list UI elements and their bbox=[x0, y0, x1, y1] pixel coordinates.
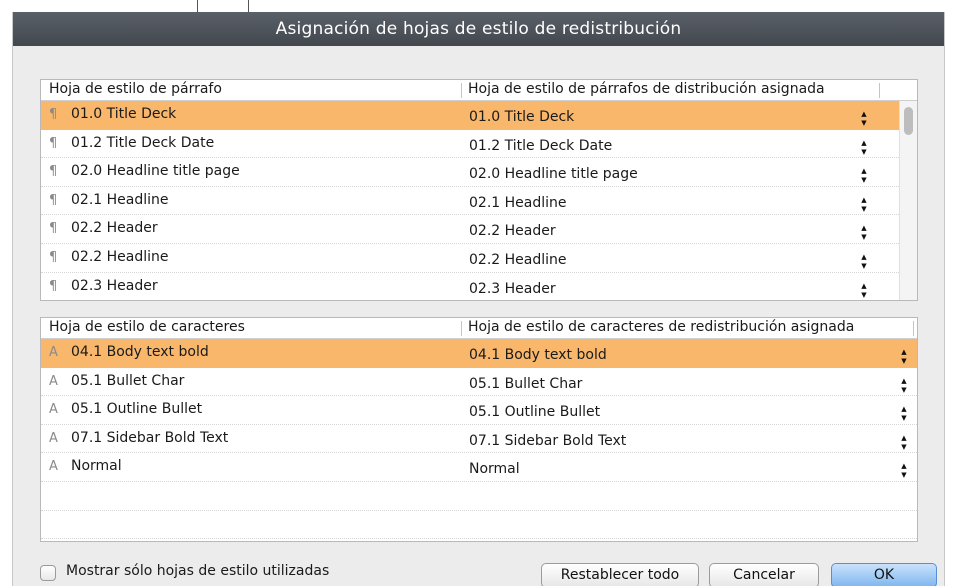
character-styles-table: Hoja de estilo de caracteres Hoja de est… bbox=[40, 317, 918, 542]
cancel-button[interactable]: Cancelar bbox=[709, 563, 819, 586]
style-name: 02.0 Headline title page bbox=[71, 163, 240, 180]
column-divider bbox=[461, 83, 462, 98]
assigned-style-select[interactable]: 02.0 Headline title page bbox=[469, 166, 638, 182]
style-name: 01.0 Title Deck bbox=[71, 106, 177, 122]
style-name: Normal bbox=[71, 458, 122, 475]
popup-arrows-icon[interactable]: ▲ ▼ bbox=[859, 167, 869, 185]
assigned-style-select[interactable]: 02.1 Headline bbox=[469, 195, 567, 211]
paragraph-mark-icon: ¶ bbox=[49, 249, 58, 265]
popup-arrows-icon[interactable]: ▲ ▼ bbox=[859, 139, 869, 157]
table-row[interactable]: A 07.1 Sidebar Bold Text 07.1 Sidebar Bold… bbox=[41, 425, 917, 454]
style-name: 02.1 Headline bbox=[71, 191, 169, 208]
popup-arrows-icon[interactable]: ▲ ▼ bbox=[899, 377, 909, 395]
assigned-style-select[interactable]: 02.3 Header bbox=[469, 281, 556, 297]
paragraph-styles-table: Hoja de estilo de párrafo Hoja de estilo… bbox=[40, 79, 918, 301]
character-style-icon: A bbox=[49, 345, 58, 360]
table-row[interactable]: ¶ 02.0 Headline title page 02.0 Headline t… bbox=[41, 158, 899, 187]
window-top-strip bbox=[0, 0, 955, 12]
popup-arrows-icon[interactable]: ▲ ▼ bbox=[899, 462, 909, 480]
assigned-style-select[interactable]: 04.1 Body text bold bbox=[469, 347, 607, 363]
show-used-only-checkbox[interactable] bbox=[40, 565, 56, 581]
assigned-style-select[interactable]: 01.2 Title Deck Date bbox=[469, 138, 612, 154]
table-row[interactable]: A Normal Normal ▲ ▼ bbox=[41, 453, 917, 482]
column-divider bbox=[913, 321, 914, 336]
table-row[interactable]: ¶ 01.0 Title Deck 01.0 Title Deck ▲ ▼ bbox=[41, 101, 899, 130]
table-header: Hoja de estilo de párrafo Hoja de estilo… bbox=[41, 80, 917, 101]
assigned-style-select[interactable]: 02.2 Headline bbox=[469, 252, 567, 268]
assigned-style-select[interactable]: 07.1 Sidebar Bold Text bbox=[469, 433, 626, 449]
table-header: Hoja de estilo de caracteres Hoja de est… bbox=[41, 318, 917, 339]
show-used-only-label[interactable]: Mostrar sólo hojas de estilo utilizadas bbox=[66, 563, 329, 579]
style-name: 05.1 Outline Bullet bbox=[71, 401, 203, 418]
character-rows: A 04.1 Body text bold 04.1 Body text bold ▲… bbox=[41, 339, 917, 541]
style-name: 05.1 Bullet Char bbox=[71, 372, 185, 389]
table-row[interactable]: A 05.1 Outline Bullet 05.1 Outline Bullet ▲… bbox=[41, 396, 917, 425]
assigned-style-select[interactable]: 05.1 Bullet Char bbox=[469, 376, 582, 392]
assigned-style-select[interactable]: Normal bbox=[469, 461, 520, 477]
popup-arrows-icon[interactable]: ▲ ▼ bbox=[859, 196, 869, 214]
column-header-assigned-paragraph-style[interactable]: Hoja de estilo de párrafos de distribuci… bbox=[468, 81, 825, 97]
table-row[interactable]: A 04.1 Body text bold 04.1 Body text bold ▲… bbox=[41, 339, 917, 368]
column-header-paragraph-style[interactable]: Hoja de estilo de párrafo bbox=[49, 81, 222, 97]
reset-all-button[interactable]: Restablecer todo bbox=[541, 563, 699, 586]
style-name: 02.2 Header bbox=[71, 220, 158, 237]
character-style-icon: A bbox=[49, 430, 58, 446]
character-style-icon: A bbox=[49, 402, 58, 418]
character-style-icon: A bbox=[49, 373, 58, 389]
popup-arrows-icon[interactable]: ▲ ▼ bbox=[859, 224, 869, 242]
assigned-style-select[interactable]: 05.1 Outline Bullet bbox=[469, 404, 600, 420]
paragraph-mark-icon: ¶ bbox=[49, 164, 58, 180]
assigned-style-select[interactable]: 01.0 Title Deck bbox=[469, 109, 574, 125]
popup-arrows-icon[interactable]: ▲ ▼ bbox=[859, 253, 869, 271]
paragraph-rows: ¶ 01.0 Title Deck 01.0 Title Deck ▲ ▼ ¶ 01.2 T… bbox=[41, 101, 899, 300]
paragraph-mark-icon: ¶ bbox=[49, 135, 58, 151]
column-divider bbox=[879, 83, 880, 98]
scrollbar-thumb[interactable] bbox=[904, 107, 913, 135]
paragraph-mark-icon: ¶ bbox=[49, 221, 58, 237]
popup-arrows-icon[interactable]: ▲ ▼ bbox=[859, 110, 869, 128]
popup-arrows-icon[interactable]: ▲ ▼ bbox=[899, 348, 909, 366]
popup-arrows-icon[interactable]: ▲ ▼ bbox=[899, 405, 909, 423]
restyle-dialog: Asignación de hojas de estilo de redistr… bbox=[12, 12, 945, 586]
style-name: 07.1 Sidebar Bold Text bbox=[71, 429, 229, 446]
column-header-character-style[interactable]: Hoja de estilo de caracteres bbox=[49, 319, 245, 335]
paragraph-mark-icon: ¶ bbox=[49, 192, 58, 208]
assigned-style-select[interactable]: 02.2 Header bbox=[469, 223, 556, 239]
ok-button[interactable]: OK bbox=[831, 563, 937, 586]
empty-row bbox=[41, 482, 917, 511]
table-row[interactable]: ¶ 02.1 Headline 02.1 Headline ▲ ▼ bbox=[41, 187, 899, 216]
popup-arrows-icon[interactable]: ▲ ▼ bbox=[899, 434, 909, 452]
column-header-assigned-character-style[interactable]: Hoja de estilo de caracteres de redistri… bbox=[468, 319, 854, 335]
dialog-footer: Mostrar sólo hojas de estilo utilizadas … bbox=[13, 550, 944, 586]
vertical-scrollbar[interactable] bbox=[899, 101, 917, 300]
style-name: 04.1 Body text bold bbox=[71, 344, 209, 360]
empty-row bbox=[41, 511, 917, 540]
table-row[interactable]: ¶ 02.3 Header 02.3 Header ▲ ▼ bbox=[41, 273, 899, 300]
table-row[interactable]: ¶ 02.2 Headline 02.2 Headline ▲ ▼ bbox=[41, 244, 899, 273]
table-row[interactable]: ¶ 02.2 Header 02.2 Header ▲ ▼ bbox=[41, 215, 899, 244]
top-strip-tick bbox=[248, 0, 249, 12]
table-row[interactable]: ¶ 01.2 Title Deck Date 01.2 Title Deck Dat… bbox=[41, 130, 899, 159]
paragraph-mark-icon: ¶ bbox=[49, 278, 58, 294]
style-name: 01.2 Title Deck Date bbox=[71, 134, 215, 151]
column-divider bbox=[461, 321, 462, 336]
top-strip-tick bbox=[197, 0, 198, 12]
style-name: 02.2 Headline bbox=[71, 248, 169, 265]
popup-arrows-icon[interactable]: ▲ ▼ bbox=[859, 282, 869, 300]
character-style-icon: A bbox=[49, 459, 58, 475]
style-name: 02.3 Header bbox=[71, 277, 158, 294]
paragraph-mark-icon: ¶ bbox=[49, 107, 58, 122]
dialog-title: Asignación de hojas de estilo de redistr… bbox=[13, 12, 944, 46]
table-row[interactable]: A 05.1 Bullet Char 05.1 Bullet Char ▲ ▼ bbox=[41, 368, 917, 397]
